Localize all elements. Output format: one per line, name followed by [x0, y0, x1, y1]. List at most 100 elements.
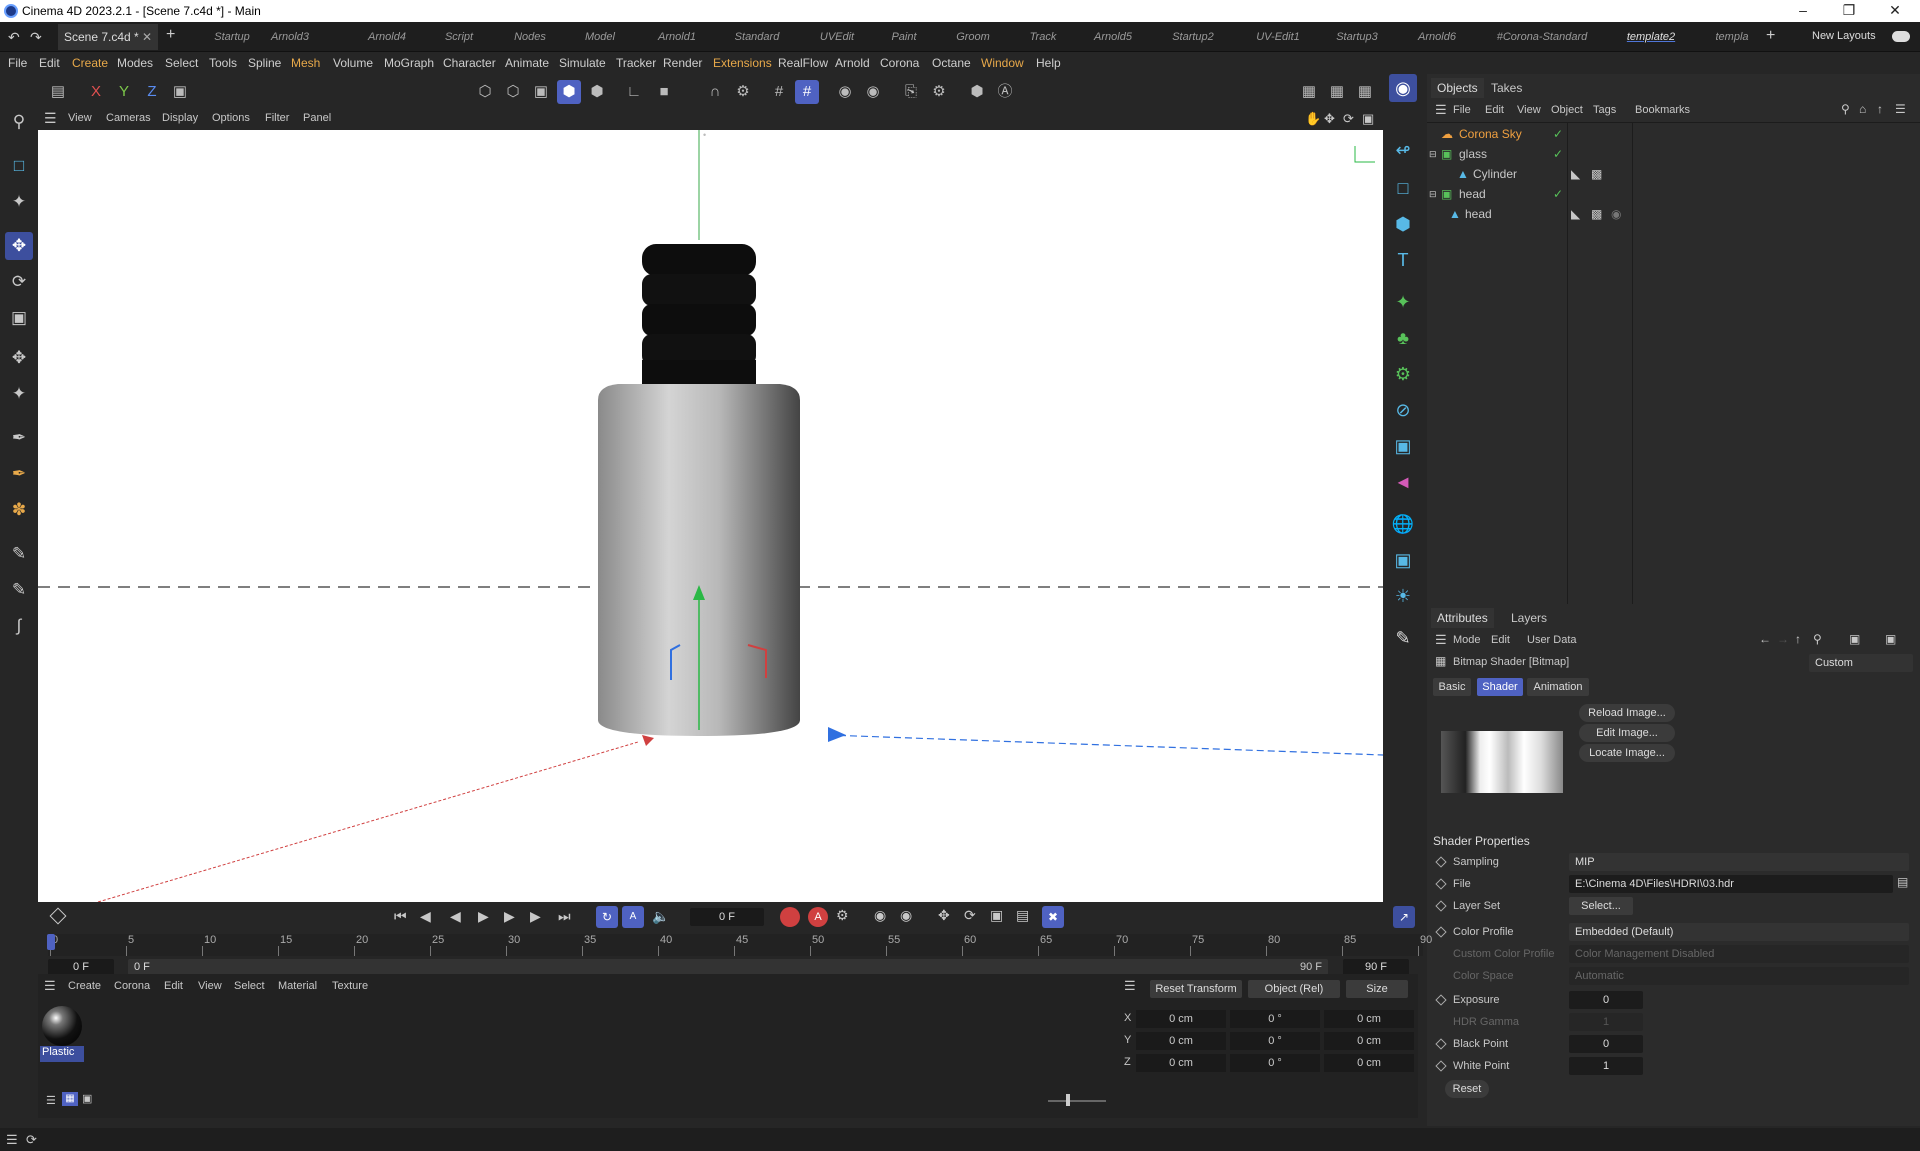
render-view-icon[interactable]: ▦ [1297, 80, 1321, 104]
key-filter-icon[interactable]: ◉ [900, 907, 912, 924]
layout-tab-startup[interactable]: Startup [207, 22, 257, 52]
viewport-menu-panel[interactable]: Panel [303, 112, 331, 124]
camera-icon[interactable]: ▣ [1389, 546, 1417, 574]
large-view-icon[interactable]: ▣ [82, 1092, 92, 1105]
menu-animate[interactable]: Animate [505, 52, 549, 74]
reset-transform-button[interactable]: Reset Transform [1150, 980, 1242, 998]
keyframe-icon[interactable] [1435, 1060, 1447, 1072]
layout-toggle[interactable] [1892, 31, 1910, 42]
preset-dropdown[interactable]: Custom [1809, 654, 1913, 672]
edit-icon[interactable]: ✎ [1389, 624, 1417, 652]
menu-file[interactable]: File [8, 52, 27, 74]
layout-tab-uvedit[interactable]: UVEdit [815, 22, 859, 52]
layout-tab--corona-standard[interactable]: #Corona-Standard [1492, 22, 1592, 52]
viewport-render-icon[interactable]: ◉ [1389, 74, 1417, 102]
maximize-button[interactable]: ❐ [1826, 0, 1872, 22]
keyframe-icon[interactable] [1435, 994, 1447, 1006]
menu-mesh[interactable]: Mesh [291, 52, 320, 74]
white-point-field[interactable]: 1 [1569, 1057, 1643, 1075]
environment-icon[interactable]: 🌐 [1389, 510, 1417, 538]
rectangle-icon[interactable]: □ [1389, 174, 1417, 202]
attributes-menu-mode[interactable]: Mode [1453, 634, 1481, 646]
material-tag-icon[interactable]: ◉ [1611, 204, 1621, 224]
viewport-menu-icon[interactable]: ☰ [44, 110, 57, 127]
paint-brush-icon[interactable]: ✎ [5, 540, 33, 568]
forward-icon[interactable]: → [1777, 632, 1789, 646]
tab-attributes[interactable]: Attributes [1431, 608, 1494, 628]
undo-icon[interactable]: ↶ [8, 29, 20, 46]
close-button[interactable]: ✕ [1872, 0, 1918, 22]
objects-menu-object[interactable]: Object [1551, 104, 1583, 116]
key-lock-icon[interactable]: ◉ [874, 907, 886, 924]
viewport-menu-view[interactable]: View [68, 112, 92, 124]
position-y-field[interactable]: 0 cm [1136, 1032, 1226, 1050]
placement-icon[interactable]: ✦ [5, 380, 33, 408]
objects-menu-file[interactable]: File [1453, 104, 1471, 116]
material-item[interactable]: Plastic [40, 1004, 84, 1062]
expand-icon[interactable]: ⊟ [1429, 144, 1437, 164]
spline-icon[interactable]: ↫ [1389, 136, 1417, 164]
objects-menu-icon[interactable]: ☰ [1435, 102, 1447, 118]
layout-tab-templa[interactable]: templa [1712, 22, 1752, 52]
menu-simulate[interactable]: Simulate [559, 52, 606, 74]
edit-render-settings-icon[interactable]: ▦ [1353, 80, 1377, 104]
layout-tab-arnold4[interactable]: Arnold4 [359, 22, 415, 52]
object-row-head[interactable]: ▲ head ◣ ▩ ◉ [1427, 204, 1920, 224]
rotation-z-field[interactable]: 0 ° [1230, 1054, 1320, 1072]
symmetry-icon[interactable]: ⎘ [899, 80, 923, 104]
home-icon[interactable]: ⌂ [1859, 102, 1866, 116]
check-icon[interactable]: ✓ [1553, 124, 1563, 144]
objects-menu-bookmarks[interactable]: Bookmarks [1635, 104, 1690, 116]
model-mode-icon[interactable]: ⬢ [557, 80, 581, 104]
search-icon[interactable]: ⚲ [1841, 102, 1850, 116]
volume-icon[interactable]: ◄ [1389, 468, 1417, 496]
object-row-cylinder[interactable]: ▲ Cylinder ◣ ▩ [1427, 164, 1920, 184]
material-menu-select[interactable]: Select [234, 980, 265, 992]
move-icon[interactable]: ✥ [5, 232, 33, 260]
close-tab-icon[interactable]: ✕ [142, 24, 152, 50]
points-mode-icon[interactable]: ⬡ [473, 80, 497, 104]
menu-character[interactable]: Character [443, 52, 496, 74]
maximize-viewport-icon[interactable]: ▣ [1362, 111, 1374, 127]
up-icon[interactable]: ↑ [1795, 632, 1801, 646]
attributes-menu-edit[interactable]: Edit [1491, 634, 1510, 646]
rotate-icon[interactable]: ⟳ [5, 268, 33, 296]
expand-icon[interactable]: ⊟ [1429, 184, 1437, 204]
check-icon[interactable]: ✓ [1553, 184, 1563, 204]
menu-arnold[interactable]: Arnold [835, 52, 870, 74]
layout-tab-script[interactable]: Script [436, 22, 482, 52]
menu-help[interactable]: Help [1036, 52, 1061, 74]
layout-tab-paint[interactable]: Paint [882, 22, 926, 52]
key-rotation-icon[interactable]: ⟳ [964, 907, 976, 924]
menu-select[interactable]: Select [165, 52, 198, 74]
search-icon[interactable]: ⚲ [1813, 632, 1822, 646]
solo-icon[interactable]: ■ [652, 80, 676, 104]
menu-corona[interactable]: Corona [880, 52, 919, 74]
playhead[interactable] [47, 934, 55, 950]
coordinate-mode-dropdown[interactable]: Object (Rel) [1248, 980, 1340, 998]
coord-menu-icon[interactable]: ☰ [1124, 978, 1136, 994]
menu-render[interactable]: Render [663, 52, 702, 74]
twist-icon[interactable]: ∫ [5, 612, 33, 640]
viewport-menu-display[interactable]: Display [162, 112, 198, 124]
render-to-picture-viewer-icon[interactable]: ▦ [1325, 80, 1349, 104]
next-frame-icon[interactable]: ▶ [504, 908, 515, 925]
spline-sketch-icon[interactable]: ✒ [5, 460, 33, 488]
axis-z-toggle[interactable]: Z [140, 80, 164, 104]
locate-image-button[interactable]: Locate Image... [1579, 744, 1675, 762]
symmetry-settings-icon[interactable]: ⚙ [927, 80, 951, 104]
cube-icon[interactable]: ⬢ [1389, 210, 1417, 238]
keyframe-icon[interactable] [1435, 900, 1447, 912]
position-z-field[interactable]: 0 cm [1136, 1054, 1226, 1072]
tab-shader[interactable]: Shader [1477, 678, 1523, 696]
object-row-glass[interactable]: ⊟ ▣ glass ✓ [1427, 144, 1920, 164]
select-icon[interactable]: □ [5, 152, 33, 180]
grid-view-icon[interactable]: ▦ [62, 1092, 78, 1106]
layout-tab-nodes[interactable]: Nodes [509, 22, 551, 52]
viewport-menu-cameras[interactable]: Cameras [106, 112, 151, 124]
live-select-icon[interactable]: ✦ [5, 188, 33, 216]
minimize-button[interactable]: – [1780, 0, 1826, 22]
redo-icon[interactable]: ↷ [30, 29, 42, 46]
tab-objects[interactable]: Objects [1431, 78, 1484, 98]
lock-icon[interactable]: ▣ [1849, 632, 1860, 646]
